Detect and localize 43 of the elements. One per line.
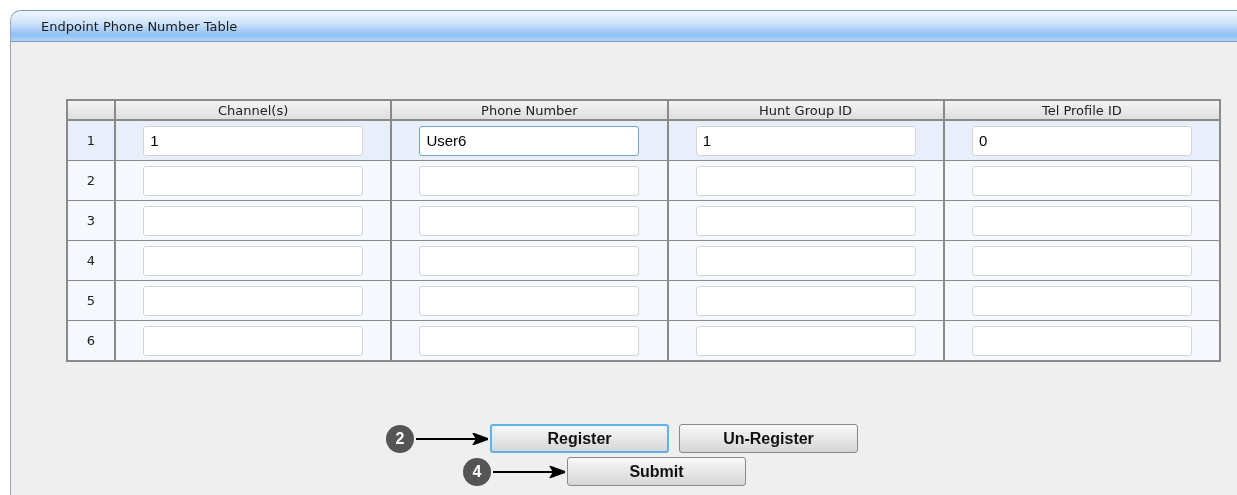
column-header: Hunt Group ID — [667, 100, 944, 120]
arrow-icon — [493, 465, 565, 478]
input-field[interactable] — [419, 165, 640, 196]
panel-title: Endpoint Phone Number Table — [41, 18, 238, 34]
arrow-icon — [416, 432, 488, 445]
input-field[interactable] — [419, 205, 640, 236]
input-field[interactable] — [143, 245, 364, 276]
input-field[interactable] — [971, 325, 1192, 356]
input-field[interactable] — [695, 325, 916, 356]
column-header: Phone Number — [391, 100, 668, 120]
header-cell — [67, 100, 115, 120]
input-field[interactable] — [419, 245, 640, 276]
input-field[interactable] — [695, 205, 916, 236]
input-field[interactable] — [419, 285, 640, 316]
input-field[interactable] — [695, 165, 916, 196]
row-number: 4 — [67, 240, 115, 281]
input-field[interactable]: 1 — [143, 125, 364, 156]
input-field[interactable] — [143, 285, 364, 316]
input-field[interactable] — [419, 325, 640, 356]
input-field[interactable] — [143, 325, 364, 356]
column-header: Channel(s) — [115, 100, 392, 120]
action-button[interactable]: Register — [490, 424, 669, 453]
input-field[interactable] — [971, 165, 1192, 196]
row-number: 1 — [67, 120, 115, 161]
row-number: 2 — [67, 160, 115, 201]
action-button[interactable]: Submit — [567, 457, 746, 486]
row-number: 3 — [67, 200, 115, 241]
input-field[interactable] — [143, 165, 364, 196]
input-field[interactable]: 1 — [695, 125, 916, 156]
input-field[interactable] — [971, 205, 1192, 236]
row-number: 6 — [67, 320, 115, 361]
input-field[interactable] — [143, 205, 364, 236]
input-field[interactable] — [971, 285, 1192, 316]
step-badge: 4 — [463, 457, 491, 486]
row-number: 5 — [67, 280, 115, 321]
column-header: Tel Profile ID — [943, 100, 1220, 120]
input-field[interactable] — [971, 245, 1192, 276]
input-field[interactable] — [695, 285, 916, 316]
input-field[interactable]: 0 — [971, 125, 1192, 156]
input-field[interactable] — [695, 245, 916, 276]
action-button[interactable]: Un-Register — [679, 424, 858, 453]
input-field[interactable]: User6 — [419, 125, 640, 156]
step-badge: 2 — [386, 424, 414, 453]
